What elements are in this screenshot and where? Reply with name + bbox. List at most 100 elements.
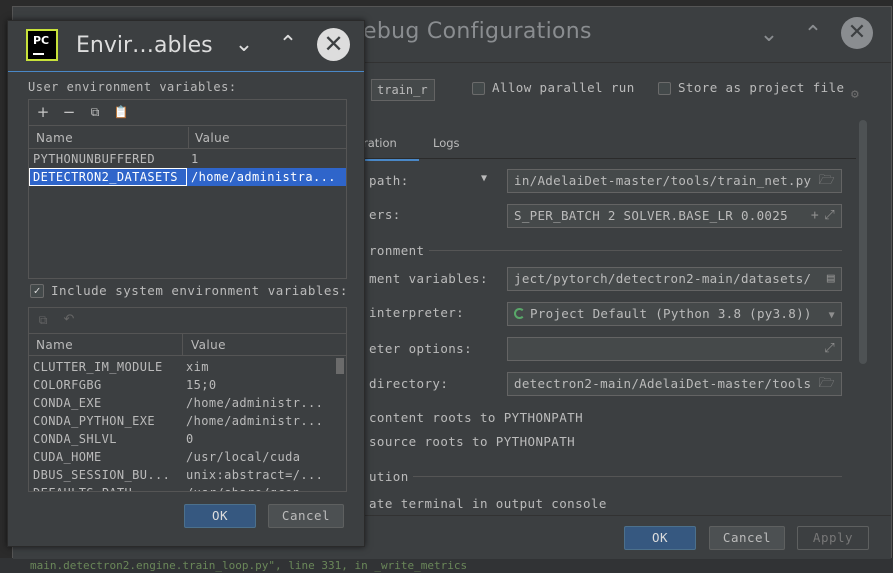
script-path-value: in/AdelaiDet-master/tools/train_net.py [514,173,812,188]
script-path-label: path: [369,173,409,188]
env-close-icon[interactable]: ✕ [317,28,350,61]
interpreter-options-field[interactable]: ⤢ [507,337,842,361]
emulate-terminal-label[interactable]: ate terminal in output console [369,496,607,511]
variable-name: PYTHONUNBUFFERED [33,152,155,166]
folder-icon[interactable]: 🗁 [819,376,835,392]
variable-value: unix:abstract=/... [186,468,324,482]
paste-icon[interactable]: 📋 [113,104,129,120]
minimize-chevron-icon[interactable]: ⌄ [230,31,258,59]
console-output-line: main.detectron2.engine.train_loop.py", l… [0,558,893,573]
table-row[interactable]: CONDA_EXE/home/administr... [29,394,346,412]
working-directory-label: directory: [369,376,449,391]
system-variables-header: Name Value [29,334,346,356]
system-variables-table: ⧉ ↶ Name Value CLUTTER_IM_MODULE xim COLO… [28,307,347,492]
column-name-header[interactable]: Name [29,127,73,149]
pycharm-logo-icon: PC [26,29,58,61]
column-value-header[interactable]: Value [188,127,230,149]
table-row[interactable]: CONDA_PYTHON_EXE/home/administr... [29,412,346,430]
tab-configuration[interactable]: ration [363,133,419,161]
env-cancel-button[interactable]: Cancel [268,504,344,528]
env-title-divider [8,71,364,72]
interpreter-options-label: eter options: [369,341,473,356]
env-ok-button[interactable]: OK [184,504,256,528]
copy-icon[interactable]: ⧉ [35,312,51,328]
variable-value: 0 [186,432,194,446]
environment-variables-field[interactable]: ject/pytorch/detectron2-main/datasets/ ▤ [507,267,842,291]
working-directory-value: detectron2-main/AdelaiDet-master/tools [514,376,812,391]
variable-value: /home/administr... [186,414,324,428]
store-project-file-checkbox[interactable] [658,82,671,95]
table-row[interactable]: CUDA_HOME/usr/local/cuda [29,448,346,466]
minimize-chevron-icon[interactable]: ⌄ [755,21,783,49]
env-title-bar: PC Envir…ables ⌄ ⌃ ✕ [8,21,364,71]
environment-variables-label: ment variables: [369,271,488,286]
variable-name: DEFAULTS_PATH [33,484,183,491]
tab-logs[interactable]: Logs [433,133,463,161]
add-source-roots-label[interactable]: source roots to PYTHONPATH [369,434,575,449]
expand-icon[interactable]: ⤢ [824,208,835,224]
parameters-field[interactable]: S_PER_BATCH 2 SOLVER.BASE_LR 0.0025 + ⤢ [507,204,842,228]
python-interpreter-label: interpreter: [369,305,465,320]
include-system-checkbox[interactable]: ✓ [30,284,44,298]
script-path-field[interactable]: in/AdelaiDet-master/tools/train_net.py 🗁 [507,169,842,193]
variable-name: CLUTTER_IM_MODULE [33,360,163,374]
plus-icon[interactable]: + [811,208,819,224]
column-value-header[interactable]: Value [184,334,226,356]
table-row[interactable]: CLUTTER_IM_MODULE xim [29,358,346,376]
gear-icon[interactable]: ⚙ [851,87,859,102]
environment-section-line [429,250,842,251]
execution-section-line [413,476,842,477]
table-row[interactable]: COLORFGBG 15;0 [29,376,346,394]
chevron-down-icon[interactable]: ▼ [829,308,835,324]
remove-icon[interactable]: − [61,104,77,120]
expand-icon[interactable]: ⤢ [824,341,835,357]
copy-icon[interactable]: ⧉ [87,104,103,120]
user-variables-label: User environment variables: [28,80,237,94]
environment-variables-value: ject/pytorch/detectron2-main/datasets/ [514,271,812,286]
column-name-header[interactable]: Name [29,334,73,356]
add-icon[interactable]: + [35,104,51,120]
add-content-roots-label[interactable]: content roots to PYTHONPATH [369,410,583,425]
python-interpreter-value: Project Default (Python 3.8 (py3.8)) [530,306,812,321]
variable-name: CONDA_SHLVL [33,432,117,446]
store-project-file-label: Store as project file [678,80,845,95]
environment-section-title: ronment [369,243,425,258]
cancel-button[interactable]: Cancel [709,526,785,550]
table-row[interactable]: DBUS_SESSION_BU... unix:abstract=/... [29,466,346,484]
table-row[interactable]: DEFAULTS_PATH/usr/share/gcon... [29,484,346,491]
apply-button[interactable]: Apply [797,526,869,550]
table-row-selected[interactable]: DETECTRON2_DATASETS /home/administra... [29,168,346,186]
variable-name: COLORFGBG [33,378,102,392]
allow-parallel-checkbox[interactable] [472,82,485,95]
edit-list-icon[interactable]: ▤ [827,271,835,287]
table-row[interactable]: CONDA_SHLVL 0 [29,430,346,448]
main-window-title: ebug Configurations [363,19,592,44]
variable-value: /home/administra... [191,170,336,184]
env-dialog-title: Envir…ables [76,33,213,58]
ok-button[interactable]: OK [624,526,696,550]
maximize-chevron-icon[interactable]: ⌃ [274,31,302,59]
variable-name: DETECTRON2_DATASETS [29,168,187,186]
loading-spinner-icon [514,308,525,319]
main-close-icon[interactable]: ✕ [841,17,873,49]
variable-name: DBUS_SESSION_BU... [33,468,171,482]
working-directory-field[interactable]: detectron2-main/AdelaiDet-master/tools 🗁 [507,372,842,396]
variable-value: 1 [191,152,199,166]
variable-value: /home/administr... [186,396,324,410]
configuration-name-input[interactable]: train_r [371,79,435,101]
config-panel-scrollbar[interactable] [859,120,867,364]
python-interpreter-select[interactable]: Project Default (Python 3.8 (py3.8)) ▼ [507,302,842,326]
folder-icon[interactable]: 🗁 [819,173,835,189]
user-variables-header: Name Value [29,127,346,149]
variable-value: 15;0 [186,378,217,392]
undo-icon[interactable]: ↶ [61,312,77,328]
maximize-chevron-icon[interactable]: ⌃ [799,21,827,49]
table-row[interactable]: PYTHONUNBUFFERED 1 [29,150,346,168]
variable-value: /usr/local/cuda [186,450,301,464]
variable-name: CUDA_HOME [33,450,102,464]
execution-section-title: ution [369,469,409,484]
variable-name: CONDA_EXE [33,396,102,410]
tab-underline [363,158,856,159]
script-type-dropdown-icon[interactable]: ▼ [481,173,487,184]
parameters-label: ers: [369,207,401,222]
